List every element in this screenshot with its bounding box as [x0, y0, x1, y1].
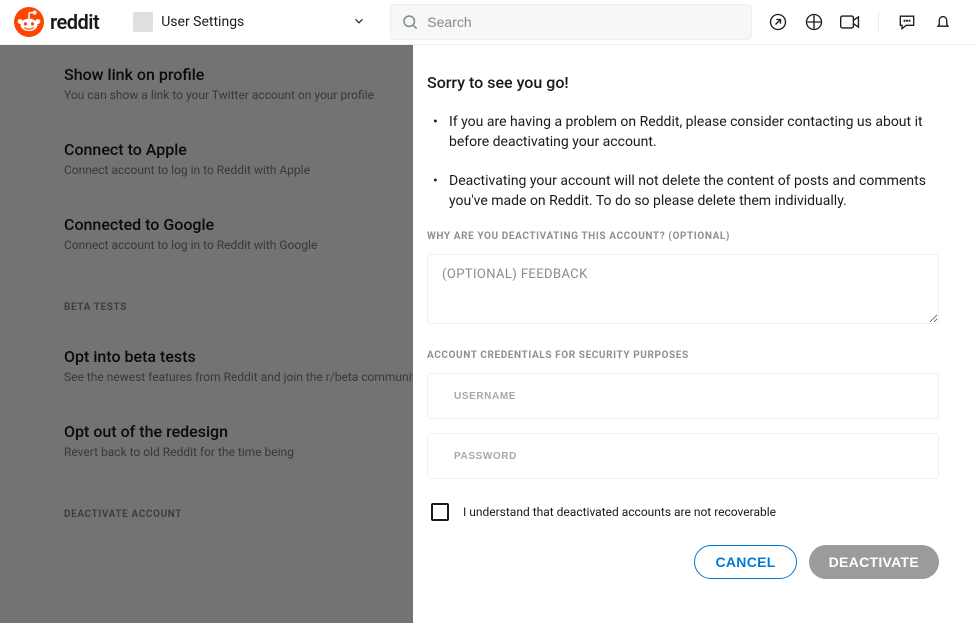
search-icon: [401, 13, 419, 31]
modal-bullet: If you are having a problem on Reddit, p…: [427, 112, 939, 153]
cancel-button[interactable]: CANCEL: [694, 545, 796, 579]
password-field[interactable]: [427, 433, 939, 479]
credentials-label: ACCOUNT CREDENTIALS FOR SECURITY PURPOSE…: [427, 350, 939, 361]
global-header: reddit User Settings: [0, 0, 975, 45]
modal-title: Sorry to see you go!: [427, 73, 939, 92]
avatar: [133, 12, 153, 32]
modal-bullet: Deactivating your account will not delet…: [427, 171, 939, 212]
search-input[interactable]: [427, 14, 741, 30]
brand-name: reddit: [50, 10, 99, 34]
coin-icon[interactable]: [802, 10, 826, 34]
reddit-logo[interactable]: reddit: [14, 7, 99, 37]
feedback-label: WHY ARE YOU DEACTIVATING THIS ACCOUNT? (…: [427, 231, 939, 242]
confirm-row: I understand that deactivated accounts a…: [427, 493, 939, 539]
chat-icon[interactable]: [895, 10, 919, 34]
reddit-icon: [14, 7, 44, 37]
arrow-out-icon[interactable]: [766, 10, 790, 34]
search-wrap: [390, 4, 752, 40]
notifications-icon[interactable]: [931, 10, 955, 34]
search-box[interactable]: [390, 4, 752, 40]
understand-checkbox[interactable]: [431, 503, 449, 521]
modal-bullets: If you are having a problem on Reddit, p…: [427, 112, 939, 211]
chevron-down-icon: [352, 13, 366, 32]
understand-label: I understand that deactivated accounts a…: [463, 505, 776, 519]
nav-label: User Settings: [161, 14, 244, 30]
divider: [878, 11, 879, 33]
username-field[interactable]: [427, 373, 939, 419]
video-icon[interactable]: [838, 10, 862, 34]
nav-dropdown[interactable]: User Settings: [123, 4, 376, 40]
feedback-textarea[interactable]: [427, 254, 939, 324]
deactivate-button[interactable]: DEACTIVATE: [809, 545, 939, 579]
deactivate-modal: Sorry to see you go! If you are having a…: [413, 45, 975, 623]
modal-actions: CANCEL DEACTIVATE: [427, 539, 939, 579]
header-icons: [766, 10, 955, 34]
